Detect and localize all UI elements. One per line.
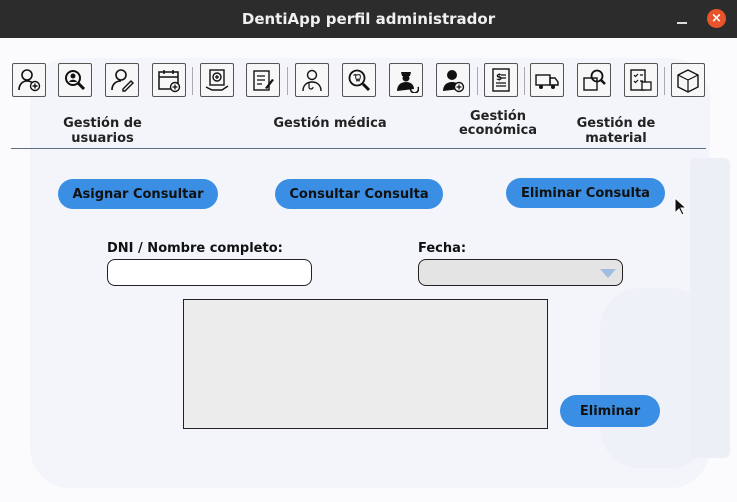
doctor-icon[interactable] [295,63,329,97]
eliminar-button[interactable]: Eliminar [560,395,660,427]
box-icon[interactable] [671,63,705,97]
results-text-area[interactable] [183,299,548,429]
section-gestion-economica-line1: Gestión [469,109,527,124]
mouse-cursor-icon [674,197,687,216]
invoice-icon[interactable]: $ [484,63,518,97]
section-gestion-economica-line2: económica [458,123,538,138]
doctor-add-icon[interactable] [436,63,470,97]
toolbar-separator [477,67,478,95]
title-bar: DentiApp perfil administrador × [0,0,737,38]
eliminar-consulta-button[interactable]: Eliminar Consulta [506,178,665,208]
window-title: DentiApp perfil administrador [241,10,496,28]
dni-label: DNI / Nombre completo: [107,241,283,256]
toolbar-separator [287,67,288,95]
search-tooth-icon[interactable] [342,63,376,97]
section-gestion-material: Gestión de material [576,116,656,146]
app-window: DentiApp perfil administrador × $ Gestió… [0,0,737,502]
fecha-label: Fecha: [418,241,467,256]
section-gestion-usuarios: Gestión de usuarios [63,116,142,146]
toolbar-separator [664,67,665,95]
clipboard-edit-icon[interactable] [246,63,280,97]
chevron-down-icon[interactable] [600,269,616,278]
toolbar-separator [192,67,193,95]
box-search-icon[interactable] [577,63,611,97]
section-gestion-medica: Gestión médica [273,116,387,131]
consultar-consulta-button[interactable]: Consultar Consulta [275,179,443,209]
calendar-add-icon[interactable] [152,63,186,97]
inventory-checklist-icon[interactable] [624,63,658,97]
background-lamp-shape [690,158,730,458]
delivery-truck-icon[interactable] [530,63,564,97]
toolbar: $ [0,63,737,99]
user-edit-icon[interactable] [105,63,139,97]
dni-input[interactable] [107,259,312,286]
main-panel: $ Gestión de usuarios Gestión médica Ges… [0,38,737,502]
user-add-icon[interactable] [12,63,46,97]
toolbar-separator [524,67,525,95]
medical-record-icon[interactable] [200,63,234,97]
minimize-icon[interactable] [673,10,691,28]
fecha-select[interactable] [418,259,623,286]
close-icon[interactable]: × [707,9,726,28]
section-gestion-economica: Gestión económica [455,110,541,138]
header-divider [11,148,706,149]
nurse-refresh-icon[interactable] [389,63,423,97]
user-search-icon[interactable] [58,63,92,97]
asignar-consultar-button[interactable]: Asignar Consultar [58,179,218,209]
